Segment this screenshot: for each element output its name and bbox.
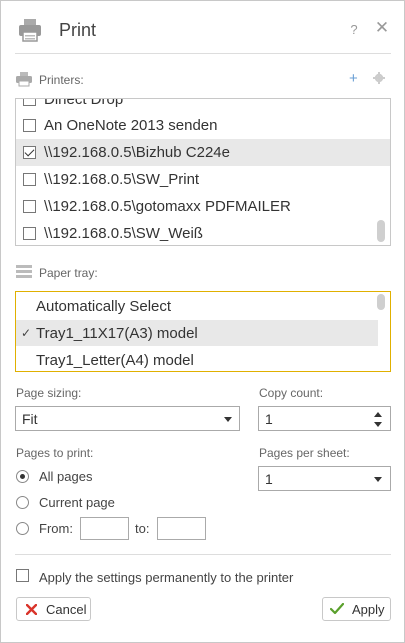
all-pages-label: All pages	[39, 469, 93, 484]
to-page-input[interactable]	[157, 517, 206, 540]
copy-count-stepper[interactable]: 1	[258, 406, 391, 431]
from-page-input[interactable]	[80, 517, 129, 540]
copy-count-label: Copy count:	[259, 386, 324, 400]
printer-checkbox[interactable]	[23, 119, 36, 132]
printer-item[interactable]: \\192.168.0.5\SW_Weiß	[16, 220, 390, 245]
printer-item-selected[interactable]: \\192.168.0.5\Bizhub C224e	[16, 139, 390, 166]
pages-per-sheet-value: 1	[265, 470, 273, 487]
tray-item-label: Tray1_Letter(A4) model	[36, 351, 194, 369]
print-dialog: Print ? ✕ Printers: + Dinect Drop An One…	[0, 0, 405, 643]
help-button[interactable]: ?	[347, 22, 361, 37]
printers-icon	[16, 72, 32, 87]
tray-item[interactable]: Automatically Select	[16, 293, 378, 319]
dialog-title: Print	[59, 20, 97, 40]
printer-item[interactable]: An OneNote 2013 senden	[16, 112, 390, 139]
printer-icon	[19, 19, 41, 42]
gear-icon[interactable]	[373, 72, 385, 84]
printer-item[interactable]: \\192.168.0.5\SW_Print	[16, 166, 390, 193]
footer-divider	[15, 554, 391, 555]
apply-permanently-label: Apply the settings permanently to the pr…	[39, 570, 294, 585]
page-sizing-label: Page sizing:	[16, 386, 82, 400]
printer-checkbox[interactable]	[23, 200, 36, 213]
apply-button[interactable]: Apply	[322, 597, 391, 621]
printer-checkbox-checked[interactable]	[23, 146, 36, 159]
cancel-button[interactable]: Cancel	[16, 597, 91, 621]
tray-item-selected[interactable]: ✓ Tray1_11X17(A3) model	[16, 320, 378, 346]
printer-item-label: \\192.168.0.5\SW_Weiß	[44, 225, 203, 242]
printer-item-label: \\192.168.0.5\gotomaxx PDFMAILER	[44, 198, 291, 215]
add-printer-button[interactable]: +	[349, 70, 358, 87]
paper-tray-list[interactable]: Automatically Select ✓ Tray1_11X17(A3) m…	[15, 291, 391, 372]
pages-per-sheet-select[interactable]: 1	[258, 466, 391, 491]
printer-item-label: \\192.168.0.5\Bizhub C224e	[44, 144, 230, 161]
increment-icon[interactable]	[374, 412, 382, 417]
paper-tray-label: Paper tray:	[39, 266, 98, 280]
printer-item-label: An OneNote 2013 senden	[44, 117, 218, 134]
check-icon	[330, 603, 344, 615]
pages-to-print-label: Pages to print:	[16, 446, 94, 460]
printer-checkbox[interactable]	[23, 173, 36, 186]
chevron-down-icon	[374, 477, 382, 482]
tray-item[interactable]: Tray1_Letter(A4) model	[16, 347, 378, 371]
chevron-down-icon	[224, 417, 232, 422]
tray-item-label: Tray1_11X17(A3) model	[36, 324, 198, 342]
printer-item-label: \\192.168.0.5\SW_Print	[44, 171, 200, 188]
radio-all-pages[interactable]	[16, 470, 29, 483]
header-divider	[15, 53, 391, 54]
current-page-label: Current page	[39, 495, 115, 510]
printer-checkbox[interactable]	[23, 99, 36, 106]
page-sizing-select[interactable]: Fit	[15, 406, 240, 431]
decrement-icon[interactable]	[374, 422, 382, 427]
cancel-x-icon	[26, 603, 37, 615]
apply-label: Apply	[352, 601, 385, 617]
page-sizing-value: Fit	[22, 410, 38, 427]
close-button[interactable]: ✕	[374, 18, 390, 38]
check-icon: ✓	[20, 326, 32, 340]
from-label: From:	[39, 521, 73, 536]
to-label: to:	[135, 521, 150, 536]
tray-scrollbar-thumb[interactable]	[377, 294, 385, 310]
printers-label: Printers:	[39, 73, 84, 87]
radio-current-page[interactable]	[16, 496, 29, 509]
apply-permanently-checkbox[interactable]	[16, 569, 29, 582]
printer-item[interactable]: \\192.168.0.5\gotomaxx PDFMAILER	[16, 193, 390, 220]
printer-item[interactable]: Dinect Drop	[16, 98, 390, 113]
radio-from[interactable]	[16, 522, 29, 535]
tray-item-label: Automatically Select	[36, 297, 172, 315]
copy-count-value: 1	[265, 410, 273, 427]
cancel-label: Cancel	[46, 601, 87, 617]
printer-checkbox[interactable]	[23, 227, 36, 240]
printer-item-label: Dinect Drop	[44, 98, 124, 108]
printers-scrollbar-thumb[interactable]	[377, 220, 385, 242]
pages-per-sheet-label: Pages per sheet:	[259, 446, 350, 460]
printers-list[interactable]: Dinect Drop An OneNote 2013 senden \\192…	[15, 98, 391, 246]
paper-tray-icon	[16, 265, 32, 278]
